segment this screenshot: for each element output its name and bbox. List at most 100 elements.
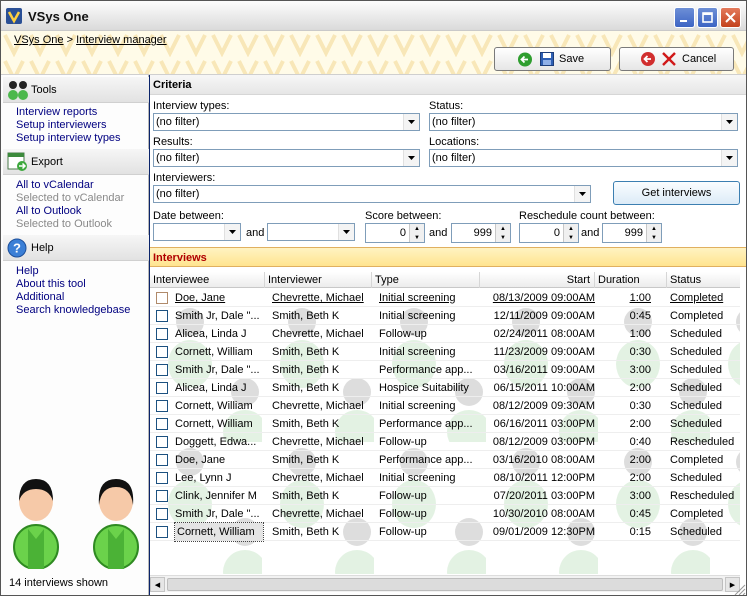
sidebar-export-header[interactable]: Export <box>3 149 149 175</box>
cell-interviewer: Smith, Beth K <box>272 454 340 466</box>
status-label: Status: <box>429 100 464 112</box>
horizontal-scrollbar[interactable]: ◀ ▶ <box>150 575 740 592</box>
scroll-thumb[interactable] <box>167 578 723 591</box>
breadcrumb-root-link[interactable]: VSys One <box>14 34 64 46</box>
cell-interviewer: Smith, Beth K <box>272 346 340 358</box>
cell-start[interactable]: 08/13/2009 09:00AM <box>480 289 595 307</box>
reschedule-and-label: and <box>581 227 600 239</box>
table-row[interactable]: Smith Jr, Dale "... Smith, Beth K Performa… <box>150 361 740 379</box>
interview-types-select[interactable]: (no filter) <box>153 113 420 131</box>
cell-duration: 3:00 <box>629 490 651 502</box>
sidebar-link-all-vcalendar[interactable]: All to vCalendar <box>16 179 94 192</box>
cell-interviewee: Smith Jr, Dale "... <box>175 310 260 322</box>
spinner-buttons[interactable]: ▲ ▼ <box>409 224 424 242</box>
status-select[interactable]: (no filter) <box>429 113 738 131</box>
score-min-input[interactable]: 0 ▲ ▼ <box>365 223 425 243</box>
cell-duration[interactable]: 1:00 <box>595 289 651 307</box>
table-row[interactable]: Doe, Jane Smith, Beth K Performance app...… <box>150 451 740 469</box>
maximize-button[interactable] <box>697 7 718 28</box>
cell-type[interactable]: Initial screening <box>379 289 479 307</box>
row-checkbox[interactable] <box>156 418 168 430</box>
interviews-header: Interviews <box>150 247 746 267</box>
row-checkbox[interactable] <box>156 490 168 502</box>
row-checkbox[interactable] <box>156 346 168 358</box>
sidebar-link-search-kb[interactable]: Search knowledgebase <box>16 304 130 317</box>
table-row[interactable]: Smith Jr, Dale "... Smith, Beth K Initial … <box>150 307 740 325</box>
col-header-start[interactable]: Start <box>480 272 595 288</box>
sidebar-help-header[interactable]: ? Help <box>3 235 149 261</box>
row-checkbox[interactable] <box>156 472 168 484</box>
cell-interviewer: Chevrette, Michael <box>272 328 364 340</box>
cell-interviewee: Cornett, William <box>174 522 264 542</box>
cancel-button[interactable]: Cancel <box>619 47 734 71</box>
score-max-input[interactable]: 999 ▲ ▼ <box>451 223 511 243</box>
spinner-buttons[interactable]: ▲ ▼ <box>495 224 510 242</box>
interview-types-value: (no filter) <box>156 116 200 128</box>
col-header-interviewer[interactable]: Interviewer <box>265 272 372 288</box>
row-checkbox[interactable] <box>156 310 168 322</box>
sidebar-tools-header[interactable]: Tools <box>3 77 149 103</box>
cell-interviewer[interactable]: Chevrette, Michael <box>272 289 372 307</box>
get-interviews-button[interactable]: Get interviews <box>613 181 740 205</box>
sidebar-link-additional[interactable]: Additional <box>16 291 64 304</box>
spinner-buttons[interactable]: ▲ ▼ <box>646 224 661 242</box>
title-bar[interactable]: VSys One <box>1 1 746 31</box>
table-row[interactable]: Clink, Jennifer M Smith, Beth K Follow-up 0… <box>150 487 740 505</box>
table-row[interactable]: Doggett, Edwa... Chevrette, Michael Follow… <box>150 433 740 451</box>
table-row[interactable]: Alicea, Linda J Chevrette, Michael Follow-… <box>150 325 740 343</box>
row-checkbox[interactable] <box>156 292 168 304</box>
row-checkbox[interactable] <box>156 364 168 376</box>
date-from-select[interactable] <box>153 223 241 241</box>
cell-status[interactable]: Completed <box>670 289 740 307</box>
cell-duration: 1:00 <box>629 328 651 340</box>
results-select[interactable]: (no filter) <box>153 149 420 167</box>
table-row[interactable]: Cornett, William Smith, Beth K Follow-up 09… <box>150 522 740 542</box>
table-row[interactable]: Cornett, William Smith, Beth K Performance… <box>150 415 740 433</box>
col-header-interviewee[interactable]: Interviewee <box>150 272 265 288</box>
cell-interviewee: Smith Jr, Dale "... <box>175 364 260 376</box>
table-row[interactable]: Cornett, William Smith, Beth K Initial scr… <box>150 343 740 361</box>
sidebar-link-all-outlook[interactable]: All to Outlook <box>16 205 81 218</box>
interviews-table[interactable]: Interviewee Interviewer Type Start Durat… <box>150 272 740 574</box>
scroll-left-icon[interactable]: ◀ <box>150 577 165 592</box>
table-row[interactable]: Doe, Jane Chevrette, Michael Initial scree… <box>150 289 740 307</box>
row-checkbox[interactable] <box>156 328 168 340</box>
minimize-button[interactable] <box>674 7 695 28</box>
row-checkbox[interactable] <box>156 400 168 412</box>
sidebar-link-setup-interviewers[interactable]: Setup interviewers <box>16 119 107 132</box>
table-row[interactable]: Lee, Lynn J Chevrette, Michael Initial scr… <box>150 469 740 487</box>
cell-interviewee[interactable]: Doe, Jane <box>175 289 263 307</box>
spinner-buttons[interactable]: ▲ ▼ <box>563 224 578 242</box>
sidebar-link-help[interactable]: Help <box>16 265 39 278</box>
people-icon <box>8 81 28 100</box>
row-checkbox[interactable] <box>156 454 168 466</box>
sidebar-link-about[interactable]: About this tool <box>16 278 86 291</box>
row-checkbox[interactable] <box>156 436 168 448</box>
resize-grip-icon[interactable] <box>732 582 746 596</box>
sidebar-link-interview-reports[interactable]: Interview reports <box>16 106 97 119</box>
reschedule-max-input[interactable]: 999 ▲ ▼ <box>602 223 662 243</box>
table-row[interactable]: Cornett, William Chevrette, Michael Initia… <box>150 397 740 415</box>
row-checkbox[interactable] <box>156 508 168 520</box>
cell-duration: 2:00 <box>629 418 651 430</box>
cell-start: 09/01/2009 12:30PM <box>492 526 595 538</box>
save-button[interactable]: Save <box>494 47 611 71</box>
sidebar-link-setup-interview-types[interactable]: Setup interview types <box>16 132 121 145</box>
locations-select[interactable]: (no filter) <box>429 149 738 167</box>
breadcrumb-current[interactable]: Interview manager <box>76 34 167 46</box>
col-header-duration[interactable]: Duration <box>595 272 667 288</box>
col-header-type[interactable]: Type <box>372 272 480 288</box>
close-window-button[interactable] <box>720 7 741 28</box>
date-to-select[interactable] <box>267 223 355 241</box>
cell-type: Hospice Suitability <box>379 382 469 394</box>
row-checkbox[interactable] <box>156 382 168 394</box>
reschedule-min-input[interactable]: 0 ▲ ▼ <box>519 223 579 243</box>
table-row[interactable]: Smith Jr, Dale "... Chevrette, Michael Fol… <box>150 505 740 523</box>
table-row[interactable]: Alicea, Linda J Smith, Beth K Hospice Suit… <box>150 379 740 397</box>
col-header-status[interactable]: Status <box>667 272 740 288</box>
maximize-icon <box>702 12 713 23</box>
window-title: VSys One <box>28 9 89 24</box>
interviewers-select[interactable]: (no filter) <box>153 185 591 203</box>
cell-start: 06/16/2011 03:00PM <box>493 418 595 430</box>
row-checkbox[interactable] <box>156 526 168 538</box>
